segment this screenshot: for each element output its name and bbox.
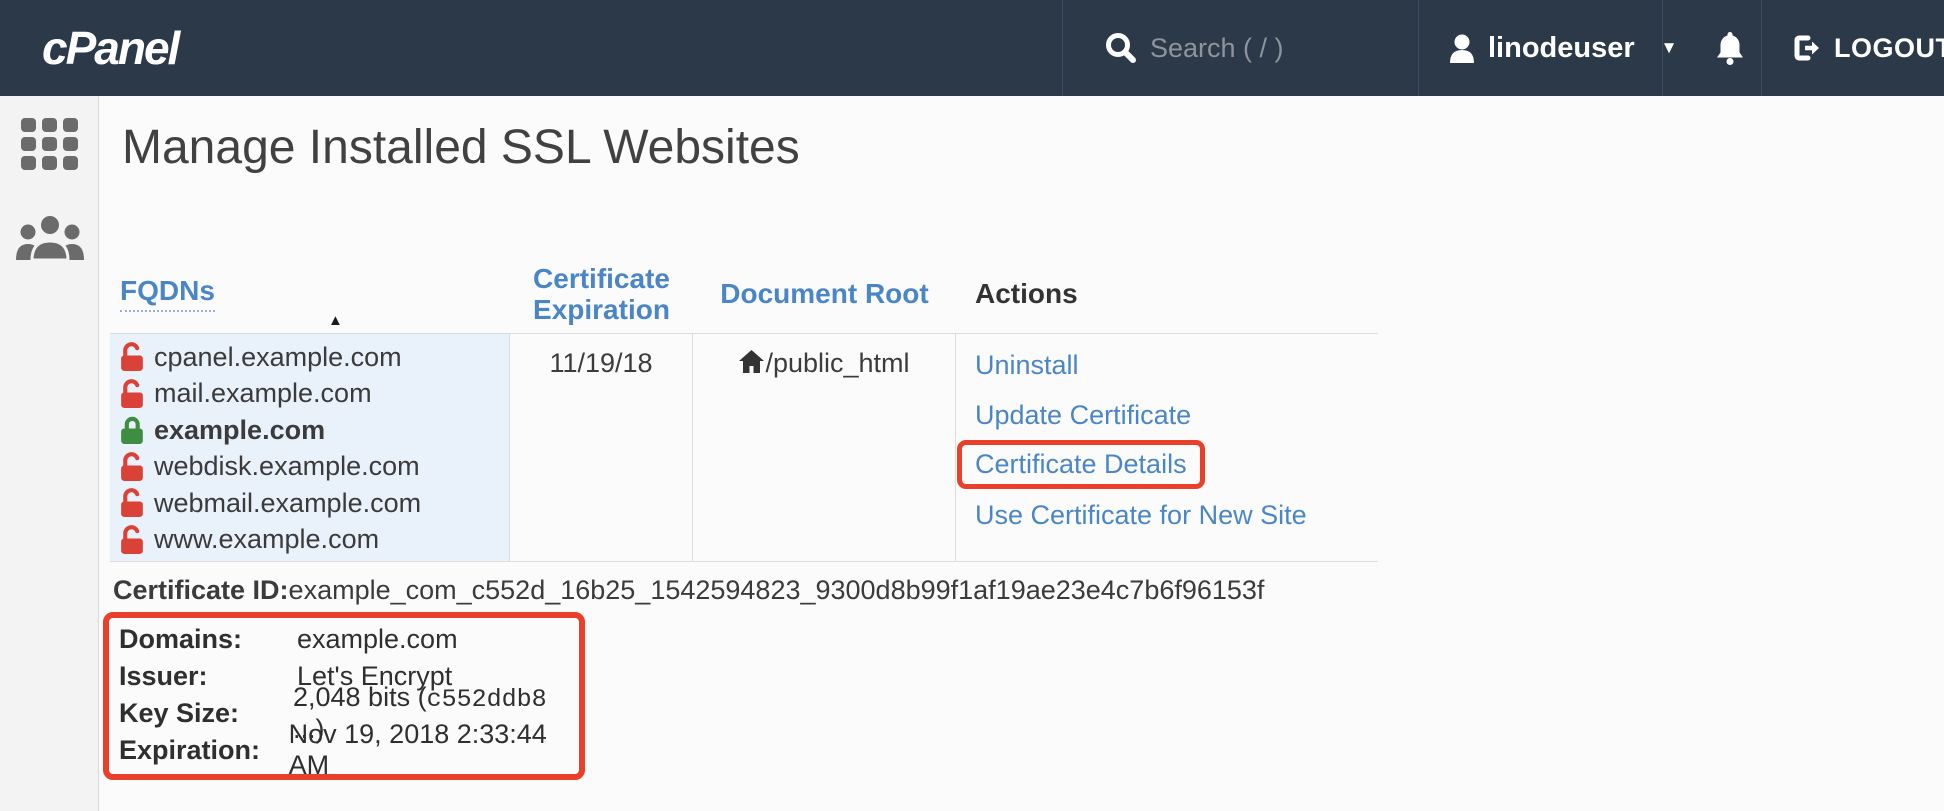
user-icon	[1448, 33, 1476, 63]
search-icon	[1104, 31, 1138, 65]
search-input[interactable]	[1150, 33, 1400, 64]
page-title: Manage Installed SSL Websites	[122, 122, 1944, 175]
cpanel-logo[interactable]: cPanel	[42, 0, 178, 96]
open-lock-red-icon	[120, 379, 145, 409]
chevron-down-icon: ▼	[1661, 38, 1678, 58]
username-label: linodeuser	[1488, 32, 1635, 65]
actions-cell: Uninstall Update Certificate Certificate…	[956, 334, 1378, 561]
home-icon	[738, 348, 765, 379]
detail-row-domains: Domains: example.com	[119, 621, 579, 658]
fqdns-cell: cpanel.example.com mail.example.com exam…	[110, 334, 510, 561]
column-header-certificate-expiration[interactable]: Certificate Expiration	[510, 263, 693, 325]
uninstall-link[interactable]: Uninstall	[975, 347, 1378, 383]
document-root-cell: /public_html	[693, 334, 956, 561]
certificate-details-link[interactable]: Certificate Details	[975, 449, 1187, 480]
logout-label: LOGOUT	[1834, 33, 1944, 64]
detail-row-expiration: Expiration: Nov 19, 2018 2:33:44 AM	[119, 732, 579, 769]
open-lock-red-icon	[120, 452, 145, 482]
topbar-divider	[1062, 0, 1063, 96]
open-lock-red-icon	[120, 342, 145, 372]
fqdn-entry: mail.example.com	[120, 375, 509, 412]
left-sidebar	[0, 96, 99, 811]
certificate-details-highlight-box: Certificate Details	[957, 440, 1205, 489]
certificate-id-line: Certificate ID:example_com_c552d_16b25_1…	[113, 575, 1944, 606]
key-fingerprint: c552ddb8	[427, 685, 547, 714]
fqdn-entry: www.example.com	[120, 521, 509, 558]
certificate-id-value: example_com_c552d_16b25_1542594823_9300d…	[289, 575, 1265, 605]
logout-icon	[1792, 33, 1822, 63]
sort-ascending-icon[interactable]: ▲	[328, 312, 343, 329]
document-root-path[interactable]: /public_html	[765, 348, 909, 378]
column-header-fqdns: FQDNs ▲	[110, 255, 510, 333]
fqdns-sort-link[interactable]: FQDNs	[120, 275, 215, 312]
table-row: cpanel.example.com mail.example.com exam…	[110, 334, 1378, 562]
fqdn-entry: cpanel.example.com	[120, 339, 509, 376]
certificate-details-highlight-box: Domains: example.com Issuer: Let's Encry…	[103, 612, 585, 780]
open-lock-red-icon	[120, 488, 145, 518]
top-navigation-bar: cPanel linodeuser ▼	[0, 0, 1944, 96]
fqdn-entry-primary: example.com	[120, 412, 509, 449]
certificate-expiration-cell: 11/19/18	[510, 334, 693, 561]
ssl-websites-table: FQDNs ▲ Certificate Expiration Document …	[110, 255, 1378, 562]
update-certificate-link[interactable]: Update Certificate	[975, 397, 1378, 433]
bell-icon	[1714, 30, 1746, 66]
column-header-document-root[interactable]: Document Root	[693, 278, 956, 309]
main-content: Manage Installed SSL Websites FQDNs ▲ Ce…	[100, 96, 1944, 811]
use-certificate-new-site-link[interactable]: Use Certificate for New Site	[975, 497, 1378, 533]
fqdn-entry: webmail.example.com	[120, 485, 509, 522]
fqdn-entry: webdisk.example.com	[120, 448, 509, 485]
table-header-row: FQDNs ▲ Certificate Expiration Document …	[110, 255, 1378, 334]
column-header-actions: Actions	[956, 278, 1378, 310]
certificate-id-label: Certificate ID:	[113, 575, 289, 605]
topbar-divider	[1418, 0, 1419, 96]
search-area	[1104, 0, 1400, 96]
notifications-button[interactable]	[1698, 0, 1762, 96]
sidebar-item-home[interactable]	[0, 118, 99, 171]
closed-lock-green-icon	[120, 415, 145, 445]
user-menu[interactable]: linodeuser ▼	[1448, 0, 1677, 96]
grid-icon	[21, 118, 78, 171]
users-group-icon	[15, 212, 85, 262]
open-lock-red-icon	[120, 525, 145, 555]
sidebar-item-users[interactable]	[0, 212, 99, 262]
logout-button[interactable]: LOGOUT	[1792, 0, 1944, 96]
